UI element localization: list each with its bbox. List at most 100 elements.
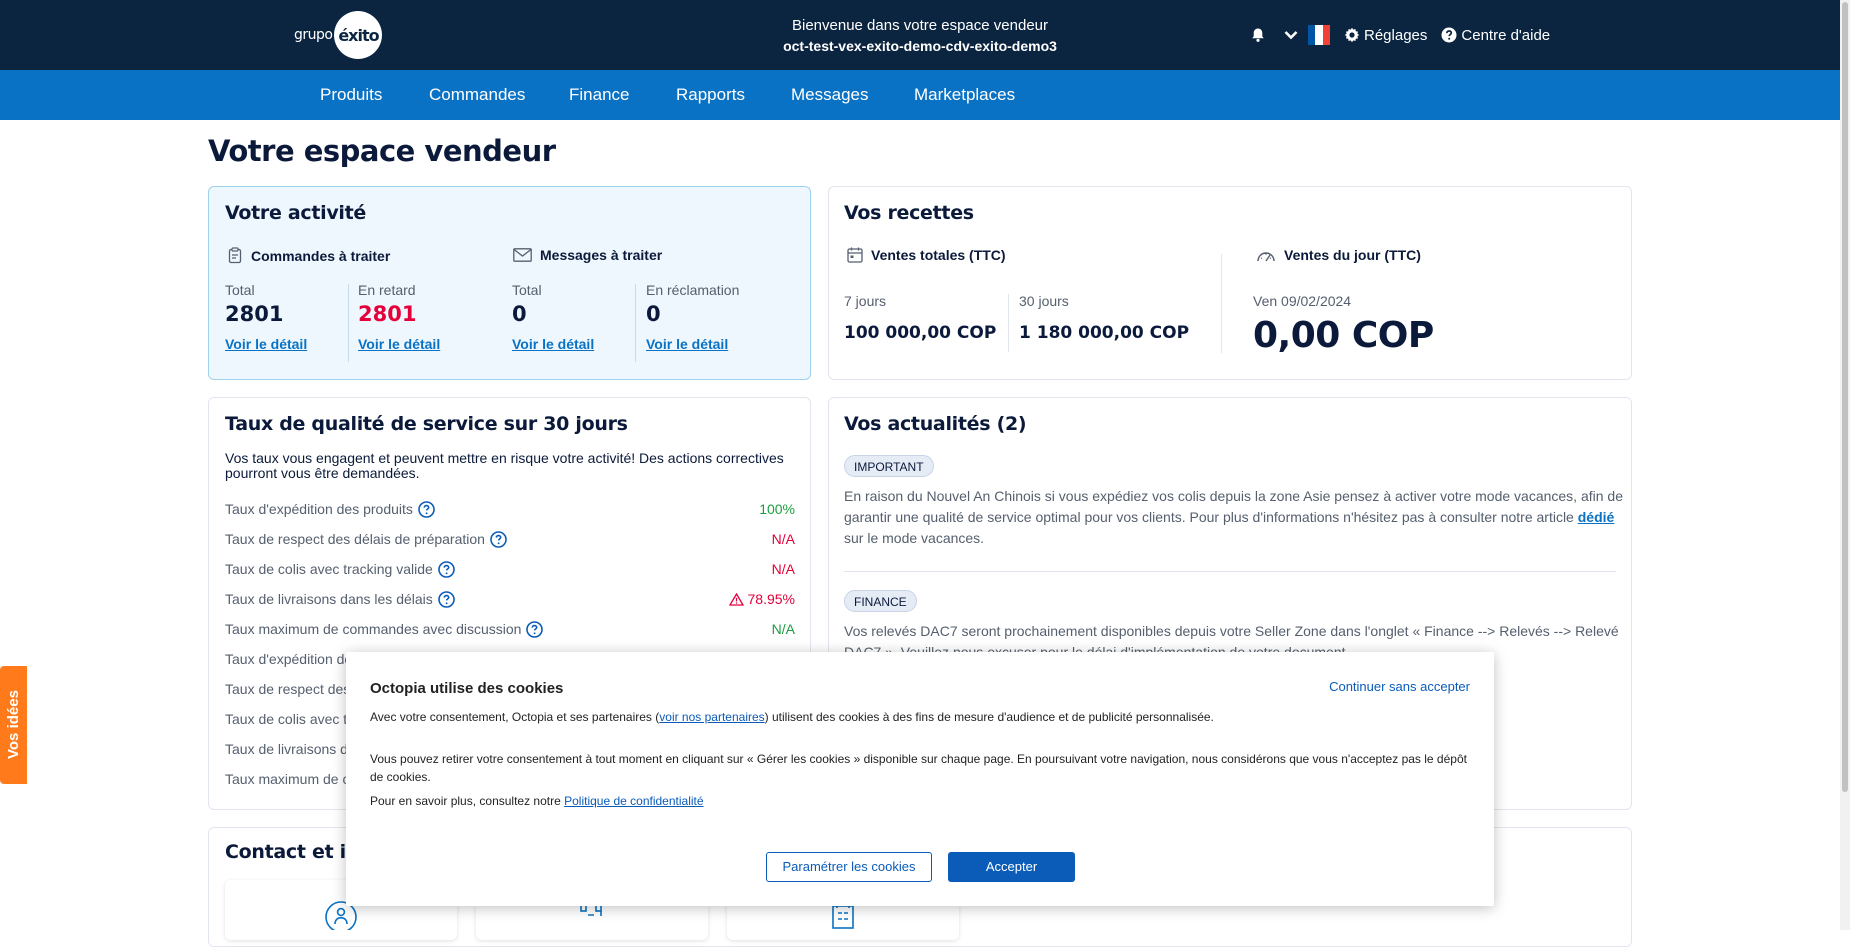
news-tag-important: IMPORTANT [844, 455, 934, 477]
cookie-p3-before: Pour en savoir plus, consultez notre [370, 794, 565, 808]
help-icon[interactable] [437, 590, 455, 608]
news-title: Vos actualités (2) [844, 413, 1027, 435]
help-icon[interactable] [437, 560, 455, 578]
help-icon[interactable] [418, 500, 435, 518]
nav-produits[interactable]: Produits [320, 70, 382, 120]
revenue-title: Vos recettes [844, 202, 974, 224]
help-icon[interactable] [490, 530, 507, 548]
news-text-before: En raison du Nouvel An Chinois si vous e… [844, 488, 1623, 525]
cookie-p1-before: Avec votre consentement, Octopia et ses … [370, 710, 660, 724]
activity-title: Votre activité [225, 202, 367, 224]
header-actions: Réglages Centre d'aide [1250, 22, 1550, 48]
news-article-link[interactable]: dédié [1578, 509, 1615, 525]
shop-name: oct-test-vex-exito-demo-cdv-exito-demo3 [783, 38, 1057, 54]
top-header: grupo éxito Bienvenue dans votre espace … [0, 0, 1840, 70]
nav-finance[interactable]: Finance [569, 70, 629, 120]
quality-row-value: N/A [771, 531, 795, 547]
quality-row-label: Taux de respect des délais de préparatio… [225, 531, 485, 547]
partners-link[interactable]: voir nos partenaires [659, 710, 764, 724]
flag-stripe-blue [1308, 25, 1316, 45]
nav-messages[interactable]: Messages [791, 70, 868, 120]
logo-brand: éxito [334, 11, 383, 59]
daily-sales-label: Ventes du jour (TTC) [1284, 247, 1421, 263]
help-label: Centre d'aide [1461, 26, 1551, 44]
quality-row-value: N/A [771, 561, 795, 577]
sales-30-days-label: 30 jours [1019, 293, 1069, 309]
messages-claim-label: En réclamation [646, 282, 740, 298]
divider [348, 284, 349, 362]
nav-rapports[interactable]: Rapports [676, 70, 745, 120]
help-icon[interactable] [526, 620, 544, 638]
welcome-text: Bienvenue dans votre espace vendeur [791, 17, 1048, 34]
calendar-icon [847, 247, 863, 263]
messages-heading: Messages à traiter [513, 247, 662, 263]
scrollbar-thumb[interactable] [1842, 2, 1848, 792]
page-scrollbar[interactable] [1840, 0, 1850, 930]
bell-icon[interactable] [1250, 27, 1266, 43]
messages-claim-detail-link[interactable]: Voir le détail [646, 336, 728, 352]
help-center-link[interactable]: Centre d'aide [1441, 27, 1550, 44]
cookie-privacy-text: Pour en savoir plus, consultez notre Pol… [370, 792, 1470, 810]
messages-total-detail-link[interactable]: Voir le détail [512, 336, 594, 352]
feedback-tab[interactable]: Vos idées [0, 666, 27, 784]
messages-total-value: 0 [512, 302, 527, 326]
messages-claim: En réclamation 0 Voir le détail [646, 282, 739, 354]
sales-30-days: 30 jours 1 180 000,00 COP [1019, 293, 1189, 343]
question-circle-icon [1441, 27, 1457, 43]
quality-row-label: Taux d'expédition des produits [225, 501, 413, 517]
page-title: Votre espace vendeur [208, 134, 556, 168]
cookie-withdraw-text: Vous pouvez retirer votre consentement à… [370, 752, 1467, 784]
news-text-after: sur le mode vacances. [844, 530, 985, 546]
nav-commandes[interactable]: Commandes [429, 70, 525, 120]
quality-row: Taux maximum de commandes avec discussio… [225, 618, 795, 640]
total-sales-heading: Ventes totales (TTC) [847, 247, 1006, 263]
quality-row-label: Taux d'expédition de [225, 651, 353, 667]
quality-row-label: Taux de livraisons da [225, 741, 356, 757]
orders-late: En retard 2801 Voir le détail [358, 282, 440, 354]
quality-row-label: Taux de colis avec tr [225, 711, 352, 727]
cookie-banner: Octopia utilise des cookies Continuer sa… [346, 652, 1494, 906]
speedometer-icon [1257, 251, 1275, 261]
sales-7-days: 7 jours 100 000,00 COP [844, 293, 996, 343]
logo-prefix: grupo [294, 27, 333, 43]
quality-row: Taux de colis avec tracking valide N/A [225, 558, 795, 580]
orders-late-value: 2801 [358, 302, 417, 326]
privacy-policy-link[interactable]: Politique de confidentialité [564, 794, 703, 808]
gear-icon [1344, 27, 1360, 43]
sales-30-days-value: 1 180 000,00 COP [1019, 323, 1190, 343]
language-flag-icon[interactable] [1308, 25, 1330, 45]
cookie-consent-text: Avec votre consentement, Octopia et ses … [370, 708, 1470, 726]
settings-label: Réglages [1364, 26, 1428, 44]
quality-row-value-wrap: 78.95% [728, 591, 795, 607]
orders-late-detail-link[interactable]: Voir le détail [358, 336, 440, 352]
messages-heading-label: Messages à traiter [540, 247, 663, 263]
clipboard-icon [228, 247, 242, 264]
sales-7-days-value: 100 000,00 COP [844, 323, 997, 343]
orders-total-value: 2801 [225, 302, 284, 326]
welcome-block: Bienvenue dans votre espace vendeur oct-… [700, 16, 1140, 56]
orders-total-label: Total [225, 282, 255, 298]
contact-title: Contact et in [225, 841, 360, 863]
continue-without-accepting-link[interactable]: Continuer sans accepter [1329, 679, 1470, 694]
cookie-settings-button[interactable]: Paramétrer les cookies [766, 852, 932, 882]
grupo-exito-logo[interactable]: grupo éxito [294, 11, 383, 59]
quality-row: Taux d'expédition des produits 100% [225, 498, 795, 520]
flag-stripe-white [1315, 25, 1323, 45]
divider [635, 284, 636, 362]
news-item-text: En raison du Nouvel An Chinois si vous e… [844, 486, 1624, 549]
accept-cookies-button[interactable]: Accepter [948, 852, 1075, 882]
nav-marketplaces[interactable]: Marketplaces [914, 70, 1015, 120]
divider [1221, 254, 1222, 353]
news-divider [844, 571, 1616, 572]
chevron-down-icon[interactable] [1284, 30, 1298, 40]
envelope-icon [513, 248, 532, 262]
settings-link[interactable]: Réglages [1344, 27, 1427, 44]
quality-row-value: 78.95% [747, 591, 795, 607]
orders-heading-label: Commandes à traiter [251, 247, 391, 264]
orders-total: Total 2801 Voir le détail [225, 282, 307, 354]
quality-row-label: Taux de colis avec tracking valide [225, 561, 433, 577]
quality-title: Taux de qualité de service sur 30 jours [225, 413, 628, 435]
total-sales-label: Ventes totales (TTC) [871, 247, 1006, 263]
orders-total-detail-link[interactable]: Voir le détail [225, 336, 307, 352]
quality-row-label: Taux de livraisons dans les délais [225, 591, 433, 607]
